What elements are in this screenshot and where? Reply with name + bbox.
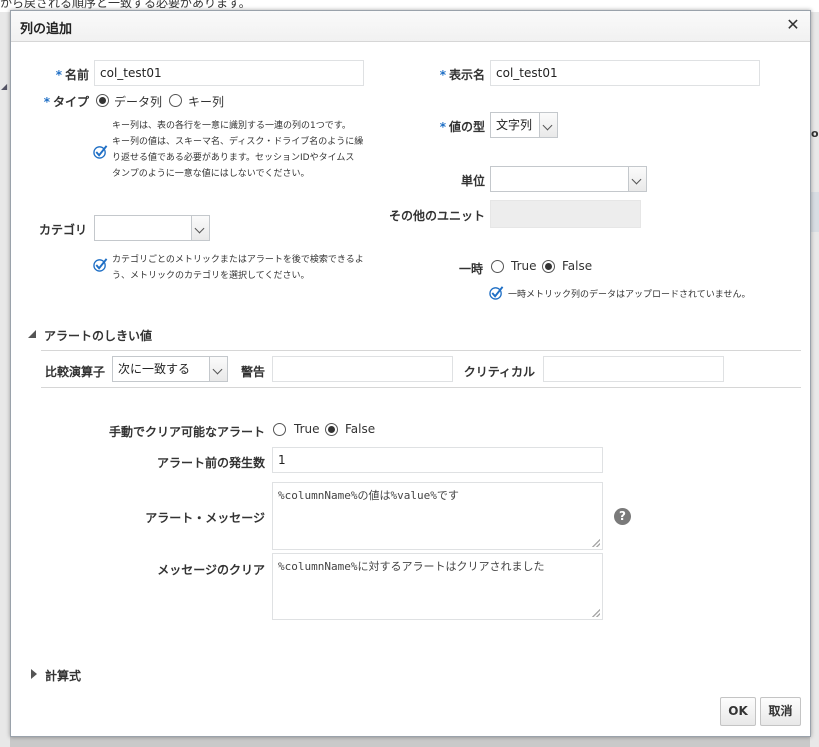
- dialog-titlebar: 列の追加 ✕: [11, 11, 810, 42]
- temporary-label: 一時: [458, 262, 483, 276]
- alert-message-textarea[interactable]: %columnName%の値は%value%です: [272, 482, 603, 550]
- checkmark-icon: [489, 286, 504, 300]
- required-icon: *: [43, 95, 50, 109]
- value-type-label: * 値の型: [439, 120, 485, 134]
- background-left-edge: ◢: [0, 12, 10, 747]
- collapse-triangle-icon[interactable]: [27, 329, 37, 339]
- chevron-down-icon: [628, 167, 646, 191]
- formula-section-title[interactable]: 計算式: [45, 667, 81, 684]
- clear-message-textarea[interactable]: %columnName%に対するアラートはクリアされました: [272, 553, 603, 620]
- unit-select[interactable]: [490, 166, 647, 192]
- resize-grip-icon[interactable]: [592, 609, 600, 617]
- category-select[interactable]: [94, 215, 210, 241]
- checkmark-icon: [93, 258, 108, 272]
- display-name-input[interactable]: col_test01: [490, 60, 760, 86]
- temporary-radio-false[interactable]: [542, 260, 555, 273]
- other-unit-input: [490, 200, 641, 228]
- operator-label: 比較演算子: [44, 365, 105, 379]
- help-icon[interactable]: ?: [614, 508, 631, 525]
- occurrences-input[interactable]: 1: [272, 447, 603, 473]
- value-type-select[interactable]: 文字列: [490, 112, 558, 138]
- background-right-text: ol: [811, 127, 819, 140]
- type-option-data-column: データ列: [114, 95, 163, 109]
- other-unit-label: その他のユニット: [388, 209, 485, 223]
- warning-input[interactable]: [272, 356, 453, 382]
- manual-clear-label: 手動でクリア可能なアラート: [108, 425, 265, 439]
- temporary-option-true: True: [511, 259, 537, 273]
- category-info-text: カテゴリごとのメトリックまたはアラートを後で検索できるよ う、メトリックのカテゴ…: [112, 255, 364, 281]
- type-radio-data-column[interactable]: [96, 94, 109, 107]
- warning-label: 警告: [240, 365, 265, 379]
- temporary-info-text: 一時メトリック列のデータはアップロードされていません。: [508, 290, 751, 300]
- manual-clear-option-true: True: [294, 422, 320, 436]
- clear-message-label: メッセージのクリア: [157, 563, 265, 577]
- temporary-radio-true[interactable]: [491, 260, 504, 273]
- operator-select[interactable]: 次に一致する: [112, 356, 228, 382]
- name-label: * 名前: [55, 68, 89, 82]
- section-divider: [41, 387, 801, 388]
- type-label: * タイプ: [43, 95, 89, 109]
- required-icon: *: [439, 120, 446, 134]
- manual-clear-radio-false[interactable]: [325, 423, 338, 436]
- section-divider: [41, 350, 801, 351]
- manual-clear-option-false: False: [345, 422, 376, 436]
- background-right-edge: ol: [810, 12, 819, 747]
- cancel-button[interactable]: 取消: [760, 697, 801, 726]
- temporary-option-false: False: [562, 259, 593, 273]
- manual-clear-radio-true[interactable]: [273, 423, 286, 436]
- chevron-down-icon: [209, 357, 227, 381]
- type-option-key-column: キー列: [188, 95, 225, 109]
- name-input[interactable]: col_test01: [94, 60, 364, 86]
- category-label: カテゴリ: [38, 223, 87, 237]
- ok-button[interactable]: OK: [720, 697, 756, 726]
- required-icon: *: [55, 68, 62, 82]
- type-radio-key-column[interactable]: [169, 94, 182, 107]
- add-column-dialog: 列の追加 ✕ * 名前 col_test01 * 表示名 col_test01 * タ…: [10, 10, 811, 737]
- checkmark-icon: [93, 145, 108, 159]
- close-icon[interactable]: ✕: [784, 16, 802, 34]
- chevron-down-icon: [191, 216, 209, 240]
- required-icon: *: [439, 68, 446, 82]
- background-triangle-icon: ◢: [1, 82, 8, 91]
- resize-grip-icon[interactable]: [592, 539, 600, 547]
- expand-triangle-icon[interactable]: [30, 668, 38, 680]
- critical-label: クリティカル: [463, 365, 535, 379]
- unit-label: 単位: [460, 174, 485, 188]
- display-name-label: * 表示名: [439, 68, 485, 82]
- background-band: [810, 192, 819, 232]
- critical-input[interactable]: [543, 356, 724, 382]
- occurrences-label: アラート前の発生数: [156, 456, 265, 470]
- type-info-text: キー列は、表の各行を一意に識別する一連の列の1つです。 キー列の値は、スキーマ名…: [112, 121, 364, 179]
- dialog-title: 列の追加: [20, 22, 73, 37]
- alert-message-label: アラート・メッセージ: [145, 511, 265, 525]
- alert-threshold-section-title[interactable]: アラートのしきい値: [44, 327, 152, 344]
- chevron-down-icon: [539, 113, 557, 137]
